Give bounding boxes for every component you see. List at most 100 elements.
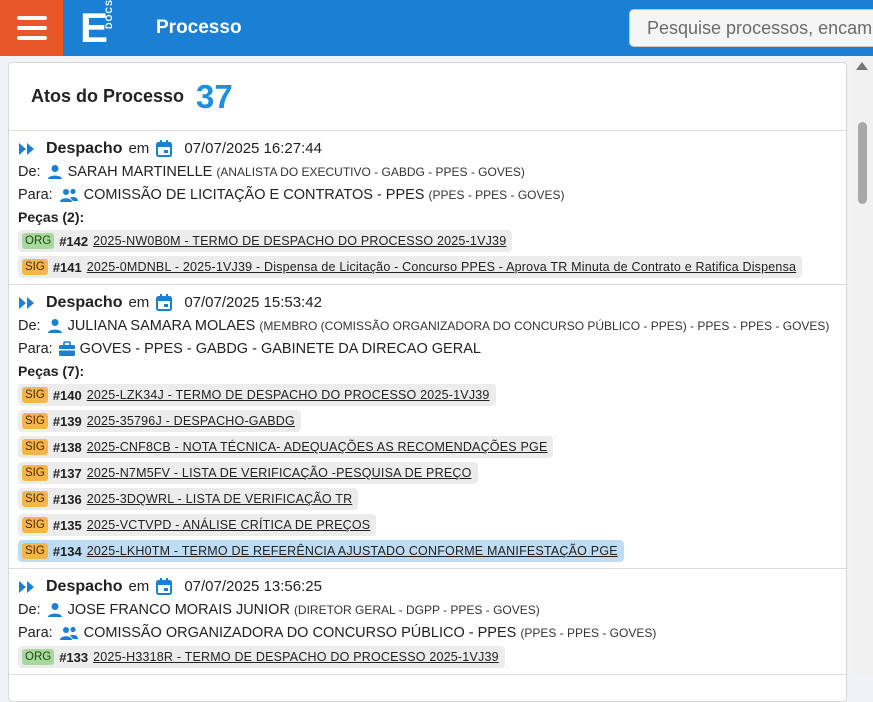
to-name: COMISSÃO DE LICITAÇÃO E CONTRATOS - PPES — [83, 186, 425, 203]
group-icon — [58, 186, 80, 204]
piece-row: SIG #135 2025-VCTVPD - ANÁLISE CRÍTICA DE … — [18, 512, 846, 538]
act-item: Despacho em 07/07/2025 16:27:44 De: SARAH MA… — [9, 131, 846, 285]
from-line: De: JULIANA SAMARA MOLAES (MEMBRO (COMISSÃ… — [18, 314, 846, 337]
piece-tag-badge: SIG — [22, 439, 48, 455]
piece-item[interactable]: SIG #139 2025-35796J - DESPACHO-GABDG — [18, 410, 301, 432]
piece-link[interactable]: 2025-CNF8CB - NOTA TÉCNICA- ADEQUAÇÕES A… — [87, 440, 548, 454]
from-name: SARAH MARTINELLE — [67, 163, 213, 180]
act-header: Despacho em 07/07/2025 16:27:44 — [18, 137, 846, 160]
act-item: Despacho em 07/07/2025 15:53:42 De: JULIANA … — [9, 285, 846, 569]
person-icon — [46, 317, 64, 335]
piece-row: SIG #136 2025-3DQWRL - LISTA DE VERIFICAÇÃ… — [18, 486, 846, 512]
hamburger-icon — [16, 16, 47, 20]
piece-row: ORG #142 2025-NW0B0M - TERMO DE DESPACHO D… — [18, 228, 846, 254]
scrollbar-thumb[interactable] — [858, 122, 867, 204]
piece-tag-badge: SIG — [22, 543, 48, 559]
em-label: em — [128, 140, 150, 157]
piece-tag-badge: SIG — [22, 387, 48, 403]
piece-link[interactable]: 2025-LKH0TM - TERMO DE REFERÊNCIA AJUSTA… — [87, 544, 618, 558]
piece-item[interactable]: SIG #135 2025-VCTVPD - ANÁLISE CRÍTICA DE … — [18, 514, 377, 536]
piece-tag-badge: SIG — [22, 259, 48, 275]
piece-item[interactable]: SIG #137 2025-N7M5FV - LISTA DE VERIFICAÇÃ… — [18, 462, 478, 484]
piece-number: #138 — [52, 439, 82, 455]
scrollbar[interactable] — [852, 56, 873, 676]
piece-row: ORG #133 2025-H3318R - TERMO DE DESPACHO D… — [18, 644, 846, 670]
top-bar: E DOCS Processo — [0, 0, 873, 56]
piece-link[interactable]: 2025-VCTVPD - ANÁLISE CRÍTICA DE PREÇOS — [87, 518, 371, 532]
to-name: GOVES - PPES - GABDG - GABINETE DA DIREC… — [79, 340, 481, 357]
page-title: Processo — [156, 17, 242, 38]
to-label: Para: — [18, 624, 53, 641]
act-type[interactable]: Despacho — [46, 140, 122, 158]
piece-tag-badge: SIG — [22, 491, 48, 507]
piece-number: #136 — [52, 491, 82, 507]
em-label: em — [128, 294, 150, 311]
acts-panel: Atos do Processo 37 Despacho em 07/07/2025… — [8, 62, 847, 702]
calendar-icon — [155, 578, 173, 596]
panel-header: Atos do Processo 37 — [9, 63, 846, 131]
group-icon — [58, 624, 80, 642]
piece-link[interactable]: 2025-0MDNBL - 2025-1VJ39 - Dispensa de L… — [87, 260, 796, 274]
act-type[interactable]: Despacho — [46, 294, 122, 312]
piece-item[interactable]: ORG #133 2025-H3318R - TERMO DE DESPACHO D… — [18, 646, 505, 668]
em-label: em — [128, 578, 150, 595]
from-label: De: — [18, 163, 41, 180]
acts-count: 37 — [196, 77, 233, 115]
piece-link[interactable]: 2025-35796J - DESPACHO-GABDG — [87, 414, 295, 428]
piece-item[interactable]: ORG #142 2025-NW0B0M - TERMO DE DESPACHO D… — [18, 230, 513, 252]
piece-number: #140 — [52, 387, 82, 403]
from-detail: (MEMBRO (COMISSÃO ORGANIZADORA DO CONCUR… — [259, 318, 830, 333]
piece-item[interactable]: SIG #140 2025-LZK34J - TERMO DE DESPACHO D… — [18, 384, 496, 406]
act-date: 07/07/2025 13:56:25 — [184, 578, 322, 595]
act-type[interactable]: Despacho — [46, 578, 122, 596]
act-header: Despacho em 07/07/2025 15:53:42 — [18, 291, 846, 314]
calendar-icon — [155, 140, 173, 158]
piece-link[interactable]: 2025-H3318R - TERMO DE DESPACHO DO PROCE… — [93, 650, 499, 664]
search-input[interactable] — [629, 9, 873, 47]
fast-forward-icon — [18, 140, 36, 158]
to-name: COMISSÃO ORGANIZADORA DO CONCURSO PÚBLIC… — [83, 624, 517, 641]
piece-link[interactable]: 2025-3DQWRL - LISTA DE VERIFICAÇÃO TR — [87, 492, 353, 506]
piece-link[interactable]: 2025-NW0B0M - TERMO DE DESPACHO DO PROCE… — [93, 234, 506, 248]
from-detail: (DIRETOR GERAL - DGPP - PPES - GOVES) — [293, 602, 540, 617]
piece-number: #139 — [52, 413, 82, 429]
from-label: De: — [18, 317, 41, 334]
panel-title: Atos do Processo — [31, 86, 185, 106]
act-item: Despacho em 07/07/2025 13:56:25 De: JOSE FRA… — [9, 569, 846, 675]
pieces-heading: Peças (2): — [18, 209, 85, 225]
fast-forward-icon — [18, 294, 36, 312]
act-header: Despacho em 07/07/2025 13:56:25 — [18, 575, 846, 598]
piece-number: #141 — [52, 259, 82, 275]
to-line: Para: GOVES - PPES - GABDG - GABINETE DA … — [18, 337, 846, 360]
piece-number: #133 — [59, 649, 89, 665]
to-line: Para: COMISSÃO DE LICITAÇÃO E CONTRATOS -… — [18, 183, 846, 206]
from-detail: (ANALISTA DO EXECUTIVO - GABDG - PPES - … — [216, 164, 525, 179]
pieces-heading: Peças (7): — [18, 363, 85, 379]
piece-number: #142 — [59, 233, 89, 249]
piece-row: SIG #134 2025-LKH0TM - TERMO DE REFERÊNCIA… — [18, 538, 846, 564]
menu-button[interactable] — [0, 0, 63, 56]
piece-item[interactable]: SIG #136 2025-3DQWRL - LISTA DE VERIFICAÇÃ… — [18, 488, 359, 510]
piece-number: #137 — [52, 465, 82, 481]
from-label: De: — [18, 601, 41, 618]
piece-link[interactable]: 2025-LZK34J - TERMO DE DESPACHO DO PROCE… — [87, 388, 490, 402]
briefcase-icon — [58, 340, 76, 358]
piece-link[interactable]: 2025-N7M5FV - LISTA DE VERIFICAÇÃO -PESQ… — [87, 466, 472, 480]
piece-item[interactable]: SIG #141 2025-0MDNBL - 2025-1VJ39 - Dispen… — [18, 256, 803, 278]
piece-tag-badge: ORG — [22, 233, 55, 249]
from-line: De: JOSE FRANCO MORAIS JUNIOR (DIRETOR GER… — [18, 598, 846, 621]
piece-item[interactable]: SIG #138 2025-CNF8CB - NOTA TÉCNICA- ADEQU… — [18, 436, 554, 458]
acts-list: Despacho em 07/07/2025 16:27:44 De: SARAH MA… — [9, 131, 846, 675]
scroll-up-arrow-icon[interactable] — [856, 62, 868, 70]
piece-row: SIG #138 2025-CNF8CB - NOTA TÉCNICA- ADEQU… — [18, 434, 846, 460]
person-icon — [46, 601, 64, 619]
calendar-icon — [155, 294, 173, 312]
piece-row: SIG #137 2025-N7M5FV - LISTA DE VERIFICAÇÃ… — [18, 460, 846, 486]
person-icon — [46, 163, 64, 181]
edocs-logo[interactable]: E DOCS — [80, 0, 124, 49]
piece-item[interactable]: SIG #134 2025-LKH0TM - TERMO DE REFERÊNCIA… — [18, 540, 624, 562]
piece-tag-badge: SIG — [22, 517, 48, 533]
to-label: Para: — [18, 186, 53, 203]
to-detail: (PPES - PPES - GOVES) — [428, 187, 565, 202]
piece-tag-badge: SIG — [22, 465, 48, 481]
